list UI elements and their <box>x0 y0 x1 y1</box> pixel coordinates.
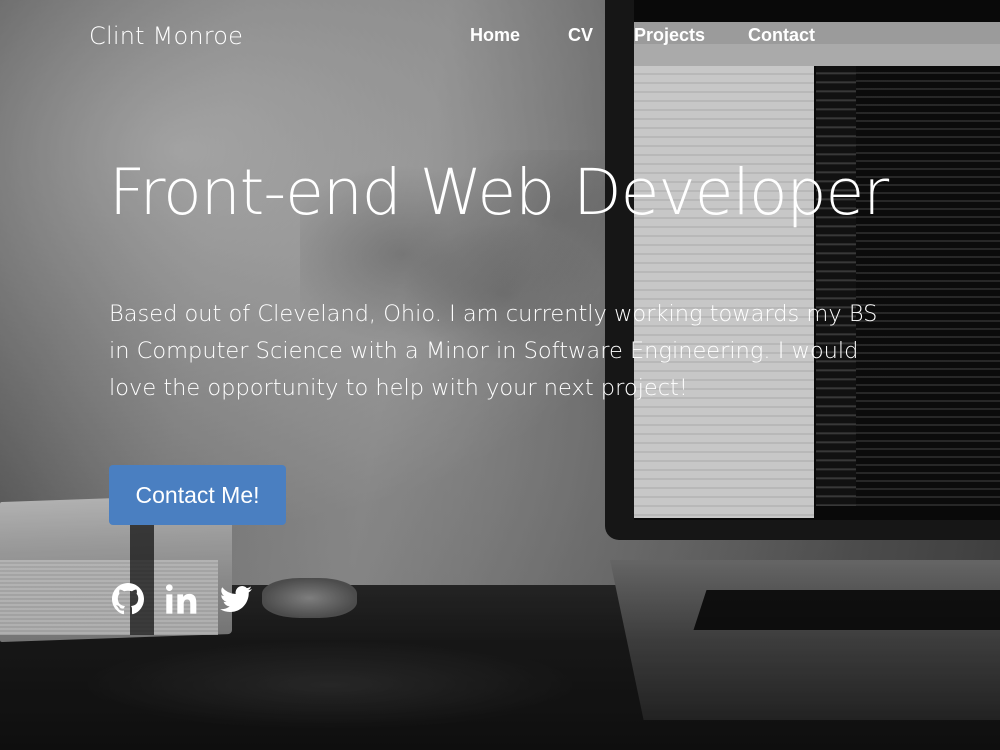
twitter-icon <box>220 586 252 612</box>
brand-logo[interactable]: Clint Monroe <box>89 22 243 50</box>
nav-home-link[interactable]: Home <box>470 25 520 46</box>
nav-projects-link[interactable]: Projects <box>634 25 705 46</box>
nav-contact-link[interactable]: Contact <box>748 25 815 46</box>
nav-cv-link[interactable]: CV <box>568 25 593 46</box>
contact-me-button[interactable]: Contact Me! <box>109 465 286 525</box>
github-icon <box>112 583 144 615</box>
hero-description: Based out of Cleveland, Ohio. I am curre… <box>109 301 878 401</box>
twitter-link[interactable] <box>220 583 252 615</box>
github-link[interactable] <box>112 583 144 615</box>
linkedin-link[interactable] <box>166 583 198 615</box>
hero-title: Front-end Web Developer <box>109 156 889 229</box>
social-links <box>112 583 252 615</box>
linkedin-icon <box>166 584 197 614</box>
